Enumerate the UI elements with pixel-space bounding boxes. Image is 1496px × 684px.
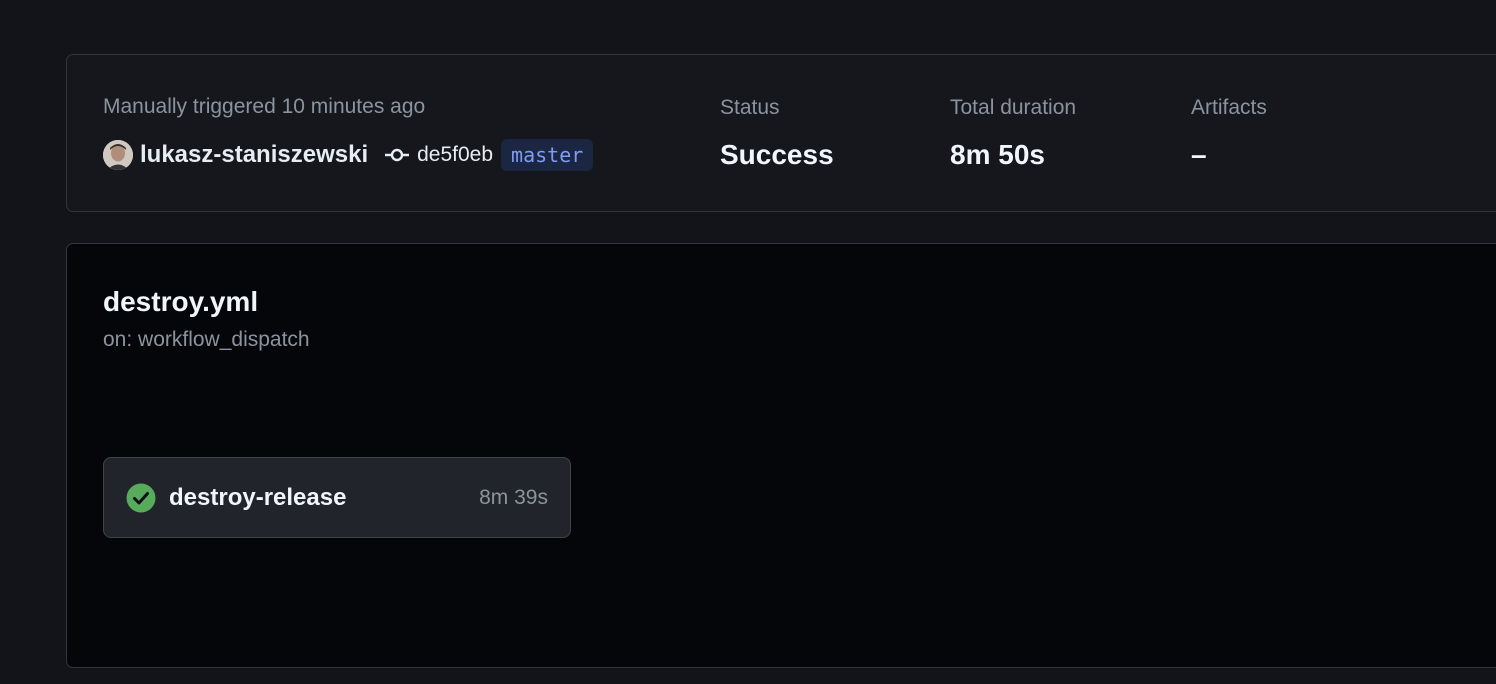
- run-summary-card: Manually triggered 10 minutes ago lukasz…: [66, 54, 1496, 212]
- status-label: Status: [720, 96, 780, 119]
- duration-value: 8m 50s: [950, 139, 1045, 170]
- status-stat: Status Success: [720, 95, 834, 171]
- status-value: Success: [720, 139, 834, 170]
- artifacts-stat: Artifacts –: [1191, 95, 1267, 171]
- check-circle-icon: [126, 483, 156, 512]
- commit-sha-link[interactable]: de5f0eb: [417, 143, 493, 167]
- branch-badge[interactable]: master: [501, 139, 594, 171]
- actor-name-link[interactable]: lukasz-staniszewski: [140, 141, 368, 169]
- duration-stat: Total duration 8m 50s: [950, 95, 1076, 171]
- artifacts-value: –: [1191, 139, 1207, 170]
- workflow-graph-card: destroy.yml on: workflow_dispatch destro…: [66, 243, 1496, 668]
- duration-label: Total duration: [950, 96, 1077, 119]
- artifacts-label: Artifacts: [1191, 96, 1267, 119]
- job-name: destroy-release: [169, 483, 347, 511]
- avatar[interactable]: [103, 140, 133, 170]
- workflow-trigger: on: workflow_dispatch: [103, 328, 310, 351]
- workflow-file-name: destroy.yml: [103, 286, 259, 317]
- job-duration: 8m 39s: [479, 485, 548, 509]
- trigger-label: Manually triggered 10 minutes ago: [103, 95, 426, 118]
- job-card-destroy-release[interactable]: destroy-release 8m 39s: [103, 457, 571, 538]
- actor-row: lukasz-staniszewski de5f0eb master: [103, 138, 594, 172]
- git-commit-icon: [385, 148, 410, 162]
